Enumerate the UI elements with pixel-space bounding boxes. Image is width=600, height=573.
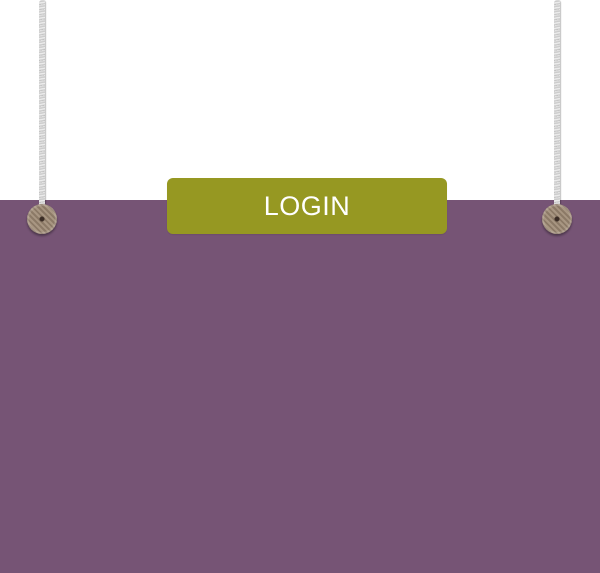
right-knob-icon <box>542 204 572 234</box>
right-rope-icon <box>554 0 560 212</box>
hanging-panel <box>0 200 600 573</box>
left-knob-icon <box>27 204 57 234</box>
left-rope-icon <box>39 0 45 212</box>
login-button[interactable]: LOGIN <box>167 178 447 234</box>
